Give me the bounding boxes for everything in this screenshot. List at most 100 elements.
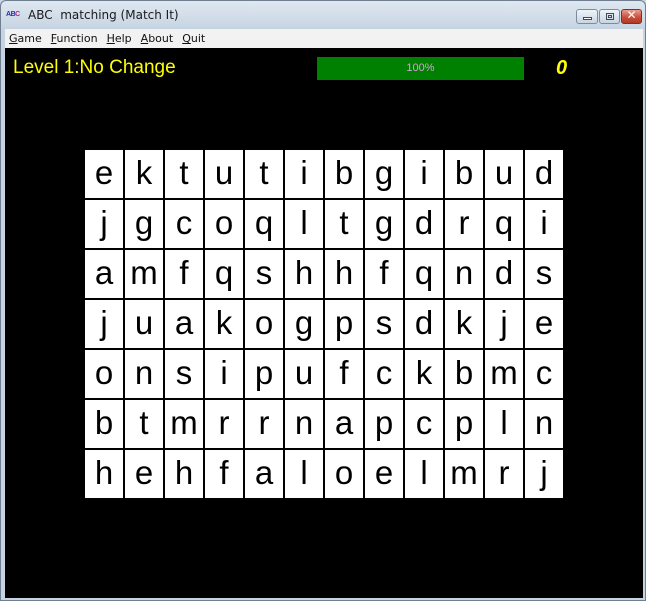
letter-tile[interactable]: e [125,450,163,498]
letter-tile[interactable]: p [245,350,283,398]
letter-tile[interactable]: n [445,250,483,298]
maximize-icon [606,13,614,20]
letter-tile[interactable]: m [125,250,163,298]
title-bar[interactable]: ABC ABC matching (Match It) ✕ [1,1,645,29]
letter-tile[interactable]: d [485,250,523,298]
letter-tile[interactable]: r [445,200,483,248]
letter-tile[interactable]: j [525,450,563,498]
letter-tile[interactable]: g [125,200,163,248]
letter-tile[interactable]: k [125,150,163,198]
letter-tile[interactable]: h [285,250,323,298]
level-label: Level 1:No Change [13,57,176,78]
letter-tile[interactable]: q [405,250,443,298]
letter-tile[interactable]: i [525,200,563,248]
letter-tile[interactable]: m [165,400,203,448]
letter-tile[interactable]: s [165,350,203,398]
minimize-button[interactable] [576,9,598,24]
letter-tile[interactable]: j [85,200,123,248]
letter-tile[interactable]: i [405,150,443,198]
letter-tile[interactable]: g [365,200,403,248]
letter-tile[interactable]: k [405,350,443,398]
letter-tile[interactable]: j [485,300,523,348]
letter-tile[interactable]: b [445,150,483,198]
letter-tile[interactable]: u [205,150,243,198]
letter-tile[interactable]: q [485,200,523,248]
letter-tile[interactable]: u [485,150,523,198]
letter-tile[interactable]: b [325,150,363,198]
menu-bar: Game Function Help About Quit [5,29,643,48]
letter-tile[interactable]: a [325,400,363,448]
letter-tile[interactable]: f [205,450,243,498]
time-progress-bar: 100% [317,57,524,80]
letter-tile[interactable]: l [405,450,443,498]
letter-tile[interactable]: s [245,250,283,298]
letter-tile[interactable]: l [285,200,323,248]
letter-tile[interactable]: g [365,150,403,198]
letter-tile[interactable]: d [405,300,443,348]
letter-tile[interactable]: u [285,350,323,398]
letter-tile[interactable]: h [165,450,203,498]
letter-tile[interactable]: k [205,300,243,348]
letter-tile[interactable]: t [125,400,163,448]
menu-help[interactable]: Help [103,29,136,48]
letter-tile[interactable]: l [285,450,323,498]
letter-tile[interactable]: h [325,250,363,298]
menu-game[interactable]: Game [5,29,46,48]
letter-tile[interactable]: e [365,450,403,498]
menu-quit[interactable]: Quit [178,29,209,48]
letter-tile[interactable]: c [405,400,443,448]
letter-tile[interactable]: r [205,400,243,448]
letter-tile[interactable]: g [285,300,323,348]
letter-tile[interactable]: d [405,200,443,248]
letter-tile[interactable]: p [325,300,363,348]
letter-tile[interactable]: c [165,200,203,248]
letter-tile[interactable]: t [165,150,203,198]
letter-tile[interactable]: e [85,150,123,198]
letter-tile[interactable]: o [85,350,123,398]
letter-tile[interactable]: f [325,350,363,398]
letter-tile[interactable]: j [85,300,123,348]
letter-tile[interactable]: r [245,400,283,448]
letter-tile[interactable]: n [125,350,163,398]
letter-tile[interactable]: f [165,250,203,298]
letter-tile[interactable]: n [525,400,563,448]
letter-tile[interactable]: a [245,450,283,498]
abc-app-icon: ABC [6,11,20,18]
letter-tile[interactable]: p [365,400,403,448]
menu-function[interactable]: Function [47,29,102,48]
letter-tile[interactable]: r [485,450,523,498]
letter-tile[interactable]: o [245,300,283,348]
letter-tile[interactable]: n [285,400,323,448]
letter-tile[interactable]: m [445,450,483,498]
letter-tile[interactable]: p [445,400,483,448]
letter-tile[interactable]: m [485,350,523,398]
letter-tile[interactable]: b [85,400,123,448]
menu-about[interactable]: About [137,29,178,48]
score: 0 [556,57,568,79]
letter-tile[interactable]: f [365,250,403,298]
letter-tile[interactable]: d [525,150,563,198]
letter-tile[interactable]: s [525,250,563,298]
app-window: ABC ABC matching (Match It) ✕ Game Funct… [0,0,646,601]
letter-tile[interactable]: t [325,200,363,248]
maximize-button[interactable] [599,9,620,24]
close-button[interactable]: ✕ [621,8,642,24]
letter-tile[interactable]: e [525,300,563,348]
letter-tile[interactable]: l [485,400,523,448]
letter-tile[interactable]: h [85,450,123,498]
letter-tile[interactable]: s [365,300,403,348]
letter-tile[interactable]: a [85,250,123,298]
letter-tile[interactable]: i [285,150,323,198]
letter-tile[interactable]: q [205,250,243,298]
letter-tile[interactable]: o [205,200,243,248]
letter-tile[interactable]: i [205,350,243,398]
letter-tile[interactable]: c [365,350,403,398]
letter-tile[interactable]: a [165,300,203,348]
letter-tile[interactable]: b [445,350,483,398]
letter-tile[interactable]: q [245,200,283,248]
letter-tile[interactable]: c [525,350,563,398]
letter-tile[interactable]: o [325,450,363,498]
letter-tile[interactable]: u [125,300,163,348]
letter-tile[interactable]: t [245,150,283,198]
letter-tile[interactable]: k [445,300,483,348]
